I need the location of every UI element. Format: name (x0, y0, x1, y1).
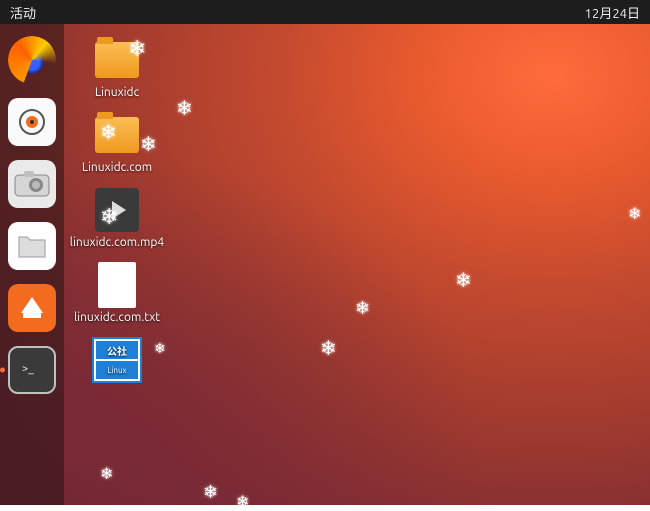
desktop-video-file[interactable]: linuxidc.com.mp4 (74, 188, 160, 249)
desktop-image-file[interactable]: 公社 Linux (74, 338, 160, 386)
terminal-icon: >_ (19, 360, 45, 380)
image-badge-bottom: Linux (96, 361, 138, 379)
text-file-icon (98, 262, 136, 308)
folder-icon (95, 42, 139, 78)
activities-button[interactable]: 活动 (10, 3, 36, 22)
desktop-folder-linuxidc-com[interactable]: Linuxidc.com (74, 113, 160, 174)
icon-label: linuxidc.com.txt (74, 311, 160, 324)
dock: >_ (0, 24, 64, 505)
top-bar: 活动 12月24日 (0, 0, 650, 24)
icon-label: linuxidc.com.mp4 (70, 236, 164, 249)
video-icon (95, 188, 139, 232)
desktop-folder-linuxidc[interactable]: Linuxidc (74, 38, 160, 99)
desktop-icons-area: Linuxidc Linuxidc.com linuxidc.com.mp4 l… (74, 38, 160, 400)
date-indicator[interactable]: 12月24日 (585, 3, 640, 22)
speaker-icon (17, 107, 47, 137)
dock-firefox[interactable] (8, 36, 56, 84)
dock-files[interactable] (8, 222, 56, 270)
folder-icon (17, 233, 47, 259)
dock-camera[interactable] (8, 160, 56, 208)
software-icon (17, 293, 47, 323)
camera-icon (14, 171, 50, 197)
dock-rhythmbox[interactable] (8, 98, 56, 146)
icon-label: Linuxidc.com (82, 161, 152, 174)
dock-terminal[interactable]: >_ (8, 346, 56, 394)
desktop-text-file[interactable]: linuxidc.com.txt (74, 263, 160, 324)
dock-software[interactable] (8, 284, 56, 332)
image-file-icon: 公社 Linux (92, 337, 142, 383)
running-indicator (0, 368, 5, 373)
folder-icon (95, 117, 139, 153)
image-badge-top: 公社 (96, 341, 138, 359)
svg-text:>_: >_ (22, 363, 34, 375)
icon-label: Linuxidc (95, 86, 139, 99)
